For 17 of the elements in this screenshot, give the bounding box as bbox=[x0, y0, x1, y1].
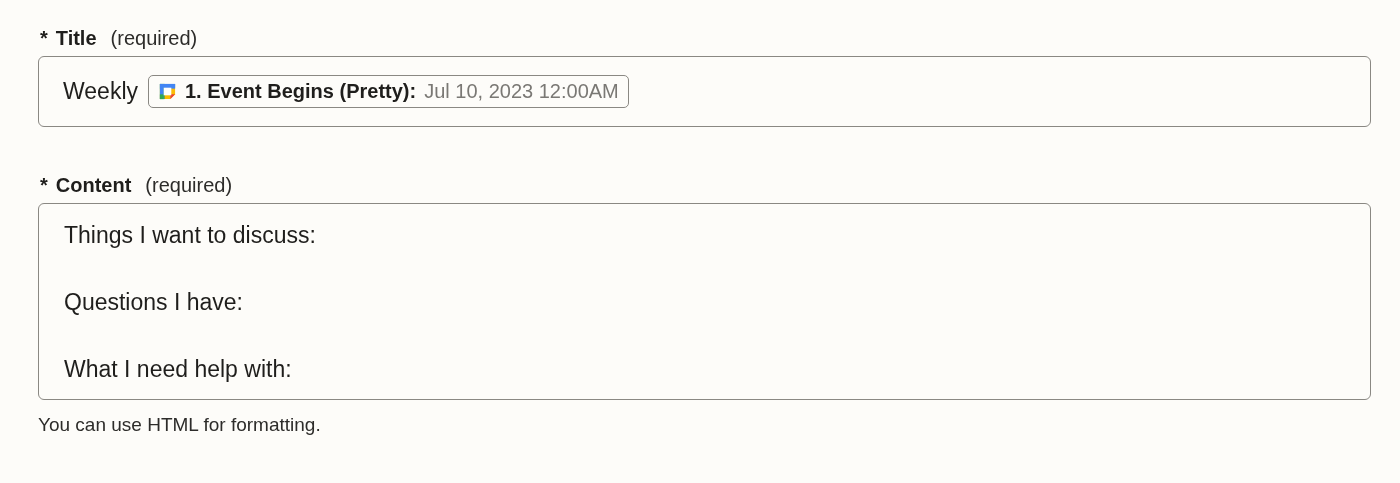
field-text: Weekly bbox=[63, 78, 138, 105]
title-field[interactable]: Weekly 1. Event Begins (Pretty): Jul 10, 2023 12:00AM bbox=[38, 56, 1371, 127]
help-text: You can use HTML for formatting. bbox=[38, 414, 322, 436]
sample-value: Jul 10, 2023 12:00AM bbox=[424, 80, 619, 103]
data-pill[interactable]: 1. Event Begins (Pretty): Jul 10, 2023 12:00AM bbox=[148, 75, 629, 108]
required-mark: * bbox=[40, 173, 48, 197]
required-note: (required) bbox=[110, 26, 198, 50]
field-label: Title bbox=[55, 26, 97, 50]
required-note: (required) bbox=[145, 173, 233, 197]
text-line: Things I want to discuss: bbox=[64, 222, 316, 249]
step-label: 1. Event Begins (Pretty): bbox=[185, 80, 417, 103]
calendar-icon bbox=[158, 82, 177, 101]
content-field[interactable]: Things I want to discuss: Questions I have: What I need help with: bbox=[38, 203, 1371, 400]
field-label: Content bbox=[55, 173, 132, 197]
text-line: What I need help with: bbox=[64, 356, 292, 383]
text-line: Questions I have: bbox=[64, 289, 243, 316]
required-mark: * bbox=[40, 26, 48, 50]
